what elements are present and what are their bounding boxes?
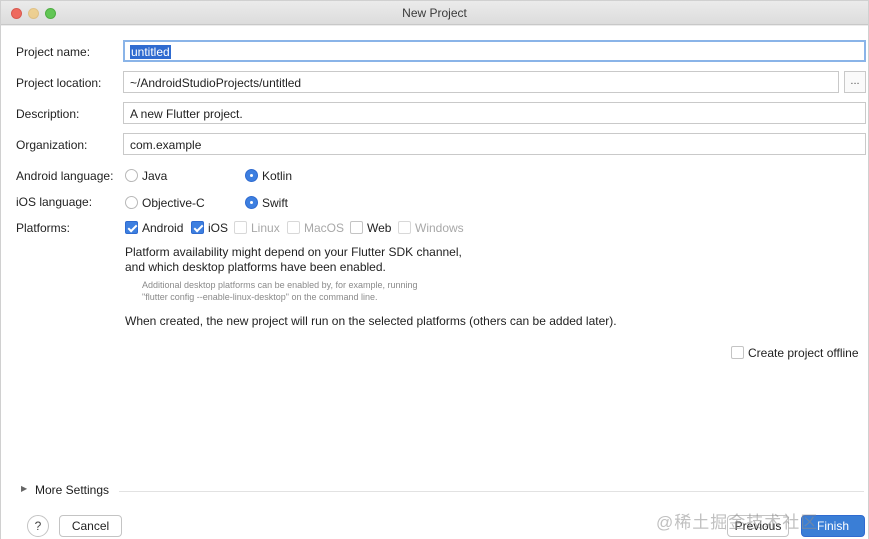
project-name-field[interactable]: untitled bbox=[123, 40, 866, 62]
platforms-label: Platforms: bbox=[16, 221, 71, 235]
kotlin-radio-label: Kotlin bbox=[262, 169, 293, 183]
window-title: New Project bbox=[402, 6, 467, 20]
swift-radio[interactable] bbox=[245, 196, 258, 209]
android-language-label: Android language: bbox=[16, 169, 114, 183]
objective-c-radio-label: Objective-C bbox=[142, 196, 205, 210]
java-radio-label: Java bbox=[142, 169, 168, 183]
linux-checkbox[interactable] bbox=[234, 221, 247, 234]
project-name-value: untitled bbox=[130, 45, 171, 59]
project-location-field[interactable]: ~/AndroidStudioProjects/untitled bbox=[123, 71, 839, 93]
more-settings-divider bbox=[119, 491, 864, 492]
ios-checkbox[interactable] bbox=[191, 221, 204, 234]
windows-checkbox[interactable] bbox=[398, 221, 411, 234]
project-name-label: Project name: bbox=[16, 45, 91, 59]
description-label: Description: bbox=[16, 107, 80, 121]
android-checkbox-label: Android bbox=[142, 221, 184, 235]
windows-checkbox-label: Windows bbox=[415, 221, 464, 235]
linux-checkbox-label: Linux bbox=[251, 221, 280, 235]
dialog-content: Project name: untitled Project location:… bbox=[1, 26, 868, 539]
watermark: @稀土掘金技术社区 bbox=[656, 513, 819, 532]
kotlin-radio[interactable] bbox=[245, 169, 258, 182]
browse-location-button[interactable]: ... bbox=[844, 71, 866, 93]
cancel-button[interactable]: Cancel bbox=[59, 515, 122, 537]
run-platforms-note: When created, the new project will run o… bbox=[125, 314, 617, 328]
organization-label: Organization: bbox=[16, 138, 88, 152]
more-settings-toggle[interactable]: More Settings bbox=[35, 483, 109, 497]
title-bar: New Project bbox=[1, 1, 868, 25]
ios-language-label: iOS language: bbox=[16, 195, 93, 209]
web-checkbox-label: Web bbox=[367, 221, 392, 235]
create-offline-label: Create project offline bbox=[748, 346, 859, 360]
android-checkbox[interactable] bbox=[125, 221, 138, 234]
java-radio[interactable] bbox=[125, 169, 138, 182]
new-project-dialog: New Project Project name: untitled Proje… bbox=[0, 0, 869, 539]
ios-checkbox-label: iOS bbox=[208, 221, 229, 235]
project-location-label: Project location: bbox=[16, 76, 102, 90]
objective-c-radio[interactable] bbox=[125, 196, 138, 209]
organization-field[interactable]: com.example bbox=[123, 133, 866, 155]
expand-chevron-icon[interactable]: ▶ bbox=[21, 484, 27, 493]
swift-radio-label: Swift bbox=[262, 196, 289, 210]
description-field[interactable]: A new Flutter project. bbox=[123, 102, 866, 124]
hint-note-line1: Additional desktop platforms can be enab… bbox=[142, 280, 418, 290]
availability-note-line1: Platform availability might depend on yo… bbox=[125, 245, 462, 259]
availability-note-line2: and which desktop platforms have been en… bbox=[125, 260, 386, 274]
macos-checkbox-label: MacOS bbox=[304, 221, 345, 235]
create-offline-checkbox[interactable] bbox=[731, 346, 744, 359]
macos-checkbox[interactable] bbox=[287, 221, 300, 234]
web-checkbox[interactable] bbox=[350, 221, 363, 234]
help-button[interactable]: ? bbox=[27, 515, 49, 537]
hint-note-line2: "flutter config --enable-linux-desktop" … bbox=[142, 292, 378, 302]
